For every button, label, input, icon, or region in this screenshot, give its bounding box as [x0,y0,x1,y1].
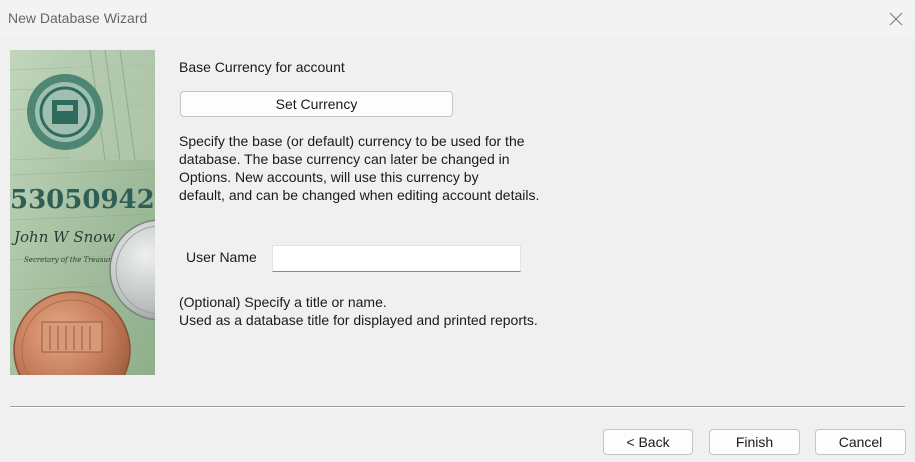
user-name-label: User Name [186,249,257,265]
banknote-serial: 53050942 [10,185,155,215]
cancel-button[interactable]: Cancel [815,429,906,455]
money-illustration: 53050942 John W Snow Secretary of the Tr… [10,50,155,375]
banknote-signature-title: Secretary of the Treasury [24,256,116,264]
banknote-coins-image: 53050942 John W Snow Secretary of the Tr… [10,50,155,375]
close-icon [889,12,903,26]
back-button[interactable]: < Back [603,429,693,455]
finish-button[interactable]: Finish [709,429,800,455]
close-button[interactable] [877,0,915,38]
user-name-description: (Optional) Specify a title or name. Used… [179,294,538,328]
footer-divider [10,406,905,408]
banknote-signature: John W Snow [11,228,115,246]
set-currency-button[interactable]: Set Currency [180,91,453,117]
user-name-input[interactable] [272,245,521,272]
currency-heading: Base Currency for account [179,59,345,75]
currency-description: Specify the base (or default) currency t… [179,133,540,203]
wizard-content: 53050942 John W Snow Secretary of the Tr… [0,38,915,462]
title-bar: New Database Wizard [0,0,915,38]
window-title: New Database Wizard [8,10,148,26]
